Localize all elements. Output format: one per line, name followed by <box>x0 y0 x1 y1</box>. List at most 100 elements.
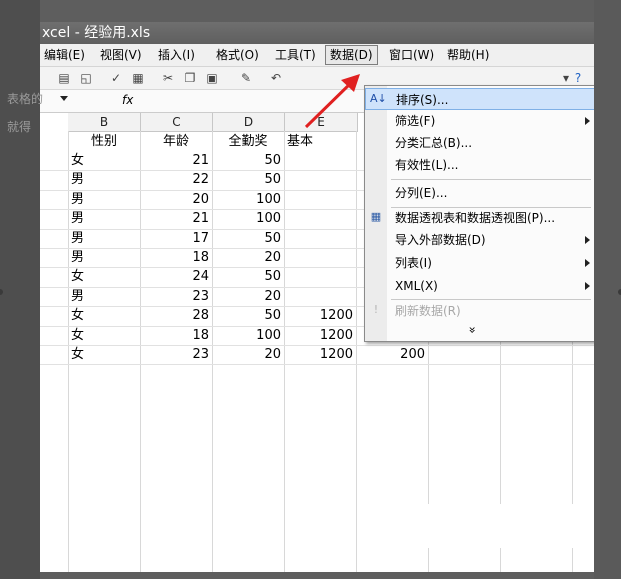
cell-extra[interactable]: 200 <box>356 345 428 364</box>
cell-gender[interactable]: 女 <box>68 326 140 345</box>
submenu-arrow-icon <box>585 259 590 267</box>
cell-gender[interactable]: 男 <box>68 229 140 248</box>
menu-item-sort[interactable]: A↓ 排序(S)... <box>365 88 594 110</box>
cell-bonus[interactable]: 100 <box>212 209 284 228</box>
column-header-e[interactable]: E <box>285 113 358 132</box>
cut-icon[interactable]: ✂ <box>160 70 176 86</box>
cell-base[interactable] <box>284 151 356 170</box>
cell-bonus[interactable]: 50 <box>212 170 284 189</box>
cell-gender[interactable]: 女 <box>68 306 140 325</box>
cell-bonus[interactable]: 100 <box>212 326 284 345</box>
column-header-c[interactable]: C <box>141 113 213 132</box>
cell-gender[interactable]: 男 <box>68 170 140 189</box>
menu-item-subtotal[interactable]: 分类汇总(B)... <box>365 132 594 154</box>
cell-age[interactable]: 20 <box>140 190 212 209</box>
column-header-b[interactable]: B <box>68 113 141 132</box>
cell-gender[interactable]: 男 <box>68 190 140 209</box>
cell-age[interactable]: 21 <box>140 151 212 170</box>
cell-base[interactable]: 1200 <box>284 326 356 345</box>
cell-age[interactable]: 17 <box>140 229 212 248</box>
cell-gender[interactable]: 男 <box>68 248 140 267</box>
cell-base[interactable] <box>284 248 356 267</box>
cell-gender[interactable]: 女 <box>68 345 140 364</box>
cell-bonus[interactable]: 20 <box>212 248 284 267</box>
cell-bonus[interactable]: 50 <box>212 151 284 170</box>
menu-item-list[interactable]: 列表(I) <box>365 252 594 274</box>
help-icon[interactable]: ? <box>570 70 586 86</box>
cell-gender[interactable]: 男 <box>68 209 140 228</box>
menu-window[interactable]: 窗口(W) <box>385 46 438 64</box>
cell-age[interactable]: 21 <box>140 209 212 228</box>
cell-base[interactable] <box>284 267 356 286</box>
cell-bonus[interactable]: 100 <box>212 190 284 209</box>
paste-icon[interactable]: ▣ <box>204 70 220 86</box>
menu-format[interactable]: 格式(O) <box>212 46 263 64</box>
undo-icon[interactable]: ↶ <box>268 70 284 86</box>
menu-item-label: 排序(S)... <box>396 93 449 107</box>
cell-base[interactable] <box>284 190 356 209</box>
cell-bonus[interactable]: 50 <box>212 267 284 286</box>
menu-item-label: 列表(I) <box>395 256 432 270</box>
column-header-d[interactable]: D <box>213 113 285 132</box>
menu-item-text-to-columns[interactable]: 分列(E)... <box>365 182 594 204</box>
menu-insert[interactable]: 插入(I) <box>154 46 199 64</box>
print-icon[interactable]: ▤ <box>56 70 72 86</box>
background-text-2: 就得 <box>7 120 32 134</box>
menu-edit[interactable]: 编辑(E) <box>40 46 89 64</box>
menu-item-validation[interactable]: 有效性(L)... <box>365 154 594 176</box>
menu-item-label: 数据透视表和数据透视图(P)... <box>395 211 556 225</box>
header-cell-base[interactable]: 基本 <box>284 132 356 151</box>
cell-base[interactable]: 1200 <box>284 345 356 364</box>
menu-item-import[interactable]: 导入外部数据(D) <box>365 229 594 251</box>
menu-item-filter[interactable]: 筛选(F) <box>365 110 594 132</box>
research-icon[interactable]: ▦ <box>130 70 146 86</box>
pivot-table-icon: ▦ <box>370 210 382 223</box>
cell-base[interactable] <box>284 209 356 228</box>
menu-item-label: 刷新数据(R) <box>395 304 461 318</box>
left-margin <box>0 0 40 579</box>
right-margin <box>594 0 621 579</box>
menu-separator <box>391 179 591 180</box>
header-cell-gender[interactable]: 性别 <box>68 132 140 151</box>
cell-age[interactable]: 23 <box>140 287 212 306</box>
cell-gender[interactable]: 男 <box>68 287 140 306</box>
data-menu-dropdown: A↓ 排序(S)... 筛选(F) 分类汇总(B)... 有效性(L)... 分… <box>364 85 594 342</box>
cell-base[interactable] <box>284 287 356 306</box>
cell-age[interactable]: 18 <box>140 248 212 267</box>
cell-age[interactable]: 28 <box>140 306 212 325</box>
fx-icon[interactable]: fx <box>122 93 133 107</box>
name-box-dropdown-icon[interactable] <box>60 96 68 101</box>
menu-view[interactable]: 视图(V) <box>96 46 146 64</box>
cell-bonus[interactable]: 50 <box>212 229 284 248</box>
excel-window: xcel - 经验用.xls 编辑(E) 视图(V) 插入(I) 格式(O) 工… <box>40 22 594 572</box>
copy-icon[interactable]: ❐ <box>182 70 198 86</box>
cell-bonus[interactable]: 50 <box>212 306 284 325</box>
menu-item-xml[interactable]: XML(X) <box>365 275 594 297</box>
format-painter-icon[interactable]: ✎ <box>238 70 254 86</box>
cell-base[interactable] <box>284 170 356 189</box>
print-preview-icon[interactable]: ◱ <box>78 70 94 86</box>
cell-age[interactable]: 23 <box>140 345 212 364</box>
cell-base[interactable]: 1200 <box>284 306 356 325</box>
cell-bonus[interactable]: 20 <box>212 345 284 364</box>
cell-gender[interactable]: 女 <box>68 267 140 286</box>
cell-bonus[interactable]: 20 <box>212 287 284 306</box>
background-text-1: 表格的 <box>7 92 44 106</box>
cell-age[interactable]: 24 <box>140 267 212 286</box>
header-cell-age[interactable]: 年龄 <box>140 132 212 151</box>
watermark-overlay <box>418 504 580 548</box>
menu-data[interactable]: 数据(D) <box>325 45 378 65</box>
spelling-icon[interactable]: ✓ <box>108 70 124 86</box>
cell-age[interactable]: 18 <box>140 326 212 345</box>
menu-tools[interactable]: 工具(T) <box>271 46 320 64</box>
menu-help[interactable]: 帮助(H) <box>443 46 493 64</box>
cell-age[interactable]: 22 <box>140 170 212 189</box>
expand-menu-chevron-icon[interactable]: » <box>466 326 480 333</box>
menu-item-pivot[interactable]: ▦ 数据透视表和数据透视图(P)... <box>365 207 594 229</box>
row-grid-line <box>40 364 594 366</box>
window-title: xcel - 经验用.xls <box>42 25 151 41</box>
menu-item-label: 筛选(F) <box>395 114 436 128</box>
cell-gender[interactable]: 女 <box>68 151 140 170</box>
header-cell-bonus[interactable]: 全勤奖 <box>212 132 284 151</box>
cell-base[interactable] <box>284 229 356 248</box>
